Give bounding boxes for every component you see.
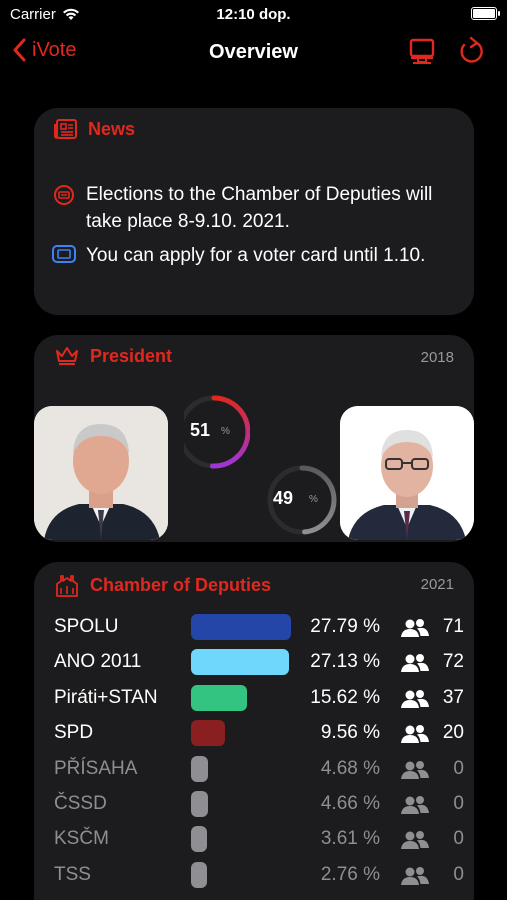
status-bar: Carrier 12:10 dop. <box>0 0 507 30</box>
news-card[interactable]: News Elections to the Chamber of Deputie… <box>34 108 474 315</box>
party-seats: 0 <box>453 757 464 779</box>
crown-icon <box>56 347 78 365</box>
news-text: You can apply for a voter card until 1.1… <box>86 245 426 266</box>
party-percent: 3.61 % <box>320 828 380 850</box>
people-icon <box>401 689 429 708</box>
party-percent: 27.13 % <box>310 651 380 673</box>
party-row[interactable]: ČSSD 4.66 % 0 <box>54 789 464 819</box>
president-header: President <box>54 345 172 367</box>
party-name: PŘÍSAHA <box>54 757 138 779</box>
party-row[interactable]: SPD 9.56 % 20 <box>54 718 464 748</box>
party-percent: 27.79 % <box>310 616 380 637</box>
vote-gauge-left: 51 % <box>177 392 251 477</box>
party-bar <box>191 614 291 640</box>
party-row[interactable]: Piráti+STAN 15.62 % 37 <box>54 683 464 713</box>
chamber-year: 2021 <box>420 576 454 593</box>
people-icon <box>401 654 429 673</box>
people-icon <box>401 866 429 885</box>
party-seats: 0 <box>453 863 464 885</box>
party-name: SPOLU <box>54 616 119 637</box>
president-year: 2018 <box>420 349 454 366</box>
news-item[interactable]: Elections to the Chamber of Deputies wil… <box>52 181 456 235</box>
party-bar <box>191 684 247 711</box>
people-icon <box>401 725 429 744</box>
gauge-arc <box>299 465 337 535</box>
party-seats: 20 <box>442 722 464 744</box>
party-percent: 4.68 % <box>320 757 380 779</box>
news-title: News <box>88 118 136 139</box>
party-bar <box>191 826 207 853</box>
news-text: Elections to the Chamber of Deputies wil… <box>86 184 433 232</box>
party-name: ČSSD <box>54 793 107 814</box>
battery-icon <box>471 7 500 20</box>
candidate-photo-right <box>340 406 474 540</box>
refresh-icon[interactable] <box>457 36 485 66</box>
candidate-photo-left <box>34 406 168 540</box>
party-row[interactable]: SPOLU 27.79 % 71 <box>54 612 464 642</box>
party-seats: 0 <box>453 793 464 814</box>
party-seats: 37 <box>442 686 464 708</box>
gauge-arc <box>209 395 251 469</box>
party-bar <box>191 791 208 817</box>
party-row[interactable]: ANO 2011 27.13 % 72 <box>54 647 464 677</box>
gauge-unit: % <box>221 426 230 437</box>
people-icon <box>401 760 429 779</box>
party-bar <box>191 755 208 782</box>
party-seats: 71 <box>442 616 464 637</box>
navigation-bar: iVote Overview <box>0 30 507 76</box>
ballot-box-icon[interactable] <box>409 36 435 66</box>
people-icon <box>401 619 429 637</box>
party-row[interactable]: PŘÍSAHA 4.68 % 0 <box>54 754 464 784</box>
president-title: President <box>90 345 173 366</box>
voter-card-icon <box>52 245 76 263</box>
party-seats: 72 <box>442 651 464 673</box>
party-bar <box>191 649 289 676</box>
news-item[interactable]: You can apply for a voter card until 1.1… <box>52 242 456 269</box>
gauge-value: 49 <box>273 488 294 508</box>
party-percent: 15.62 % <box>310 686 380 708</box>
ballot-icon <box>54 185 74 205</box>
people-icon <box>401 831 429 850</box>
gauge-unit: % <box>309 494 318 505</box>
news-header: News <box>54 118 135 140</box>
party-name: SPD <box>54 722 94 744</box>
party-name: KSČM <box>54 828 109 850</box>
party-name: TSS <box>54 863 91 885</box>
people-icon <box>401 796 429 814</box>
party-percent: 2.76 % <box>320 863 380 885</box>
gauge-value: 51 <box>190 420 211 440</box>
party-row[interactable]: TSS 2.76 % 0 <box>54 860 464 890</box>
party-bar <box>191 861 207 888</box>
newspaper-icon <box>54 119 77 139</box>
chamber-title: Chamber of Deputies <box>90 574 272 595</box>
party-seats: 0 <box>453 828 464 850</box>
party-name: Piráti+STAN <box>54 686 158 708</box>
vote-gauge-right: 49 % <box>267 460 337 541</box>
president-card[interactable]: President 2018 51 % 49 % <box>34 335 474 542</box>
chamber-card[interactable]: Chamber of Deputies 2021 SPOLU 27.79 % 71 A… <box>34 562 474 900</box>
party-percent: 9.56 % <box>320 722 380 744</box>
parliament-icon <box>56 575 78 597</box>
party-bar <box>191 720 225 747</box>
party-name: ANO 2011 <box>54 651 142 673</box>
chamber-header: Chamber of Deputies <box>54 572 271 598</box>
party-percent: 4.66 % <box>320 793 380 814</box>
clock: 12:10 dop. <box>216 6 291 23</box>
party-row[interactable]: KSČM 3.61 % 0 <box>54 824 464 854</box>
